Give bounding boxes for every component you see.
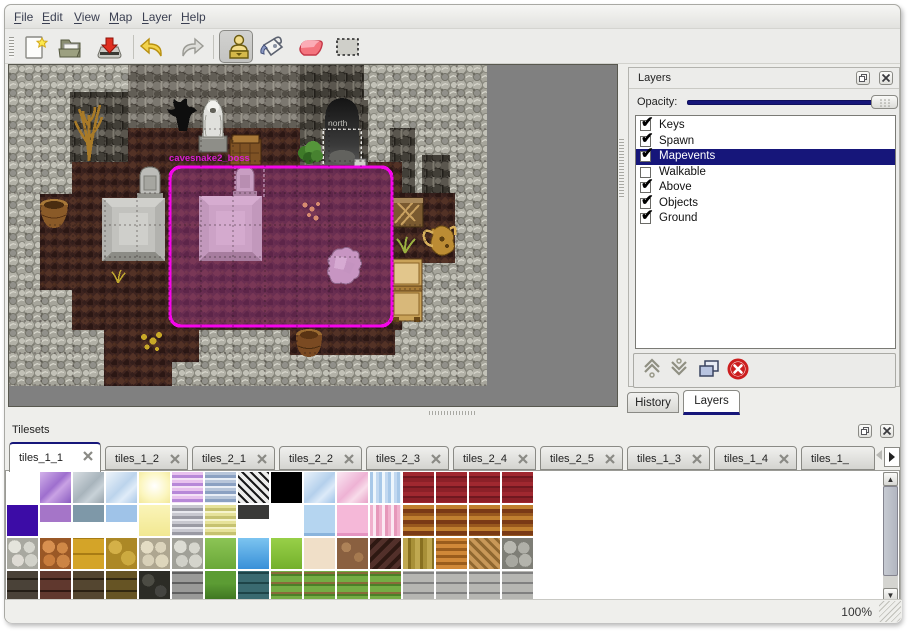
svg-text:north: north [328, 118, 348, 128]
svg-text:cavesnake2_boss: cavesnake2_boss [169, 153, 250, 164]
